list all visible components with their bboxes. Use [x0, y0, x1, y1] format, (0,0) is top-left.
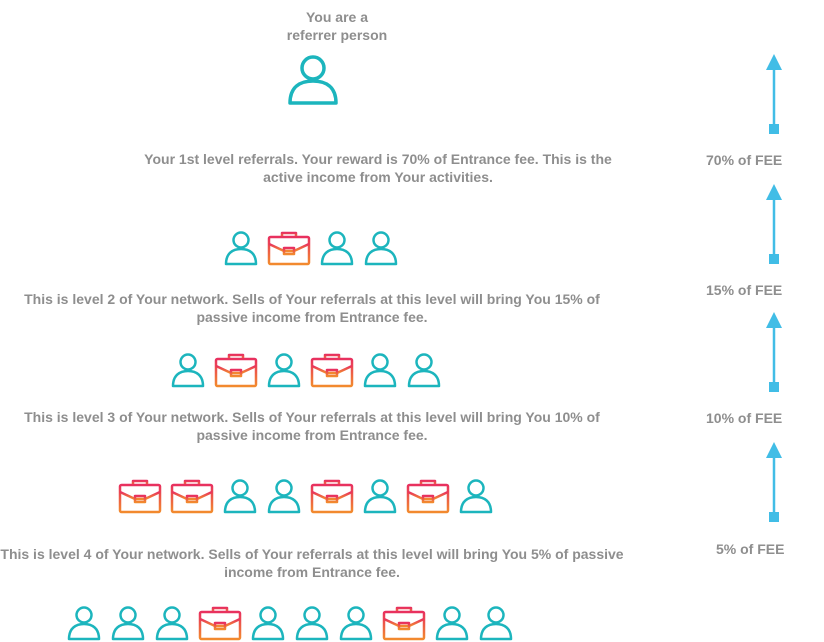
briefcase-icon — [118, 478, 162, 514]
briefcase-icon — [382, 605, 426, 641]
level-2-icons — [170, 352, 442, 388]
level-4-icons — [66, 605, 514, 641]
person-icon — [110, 605, 146, 641]
arrow-up-icon-2 — [766, 184, 782, 264]
referrer-title-line1: You are a — [306, 9, 368, 25]
person-icon — [338, 605, 374, 641]
person-icon — [66, 605, 102, 641]
level-4-text: This is level 4 of Your network. Sells o… — [0, 546, 624, 580]
arrow-up-icon-1 — [766, 54, 782, 134]
briefcase-icon — [214, 352, 258, 388]
person-icon — [223, 230, 259, 266]
fee-label-3: 10% of FEE — [706, 410, 783, 426]
fee-label-2: 15% of FEE — [706, 282, 783, 298]
briefcase-icon — [406, 478, 450, 514]
person-icon — [266, 478, 302, 514]
person-icon — [250, 605, 286, 641]
level-3-icons — [118, 478, 494, 514]
person-icon — [362, 478, 398, 514]
person-icon — [478, 605, 514, 641]
referrer-title: You are a referrer person — [262, 8, 412, 44]
person-icon — [170, 352, 206, 388]
person-icon — [363, 230, 399, 266]
level-2-text: This is level 2 of Your network. Sells o… — [24, 291, 600, 325]
person-icon — [458, 478, 494, 514]
referrer-title-line2: referrer person — [286, 27, 388, 43]
briefcase-icon — [310, 352, 354, 388]
briefcase-icon — [198, 605, 242, 641]
fee-label-4: 5% of FEE — [716, 541, 785, 557]
person-icon — [294, 605, 330, 641]
arrow-up-icon-3 — [766, 312, 782, 392]
fee-label-1: 70% of FEE — [706, 152, 783, 168]
person-icon — [222, 478, 258, 514]
person-icon — [362, 352, 398, 388]
level-1-text: Your 1st level referrals. Your reward is… — [144, 151, 612, 185]
person-icon — [434, 605, 470, 641]
referrer-person-icon — [287, 54, 339, 111]
level-1-icons — [223, 230, 399, 266]
briefcase-icon — [310, 478, 354, 514]
person-icon — [266, 352, 302, 388]
arrow-up-icon-4 — [766, 442, 782, 522]
person-icon — [406, 352, 442, 388]
person-icon — [319, 230, 355, 266]
briefcase-icon — [170, 478, 214, 514]
level-3-text: This is level 3 of Your network. Sells o… — [24, 409, 600, 443]
person-icon — [154, 605, 190, 641]
briefcase-icon — [267, 230, 311, 266]
